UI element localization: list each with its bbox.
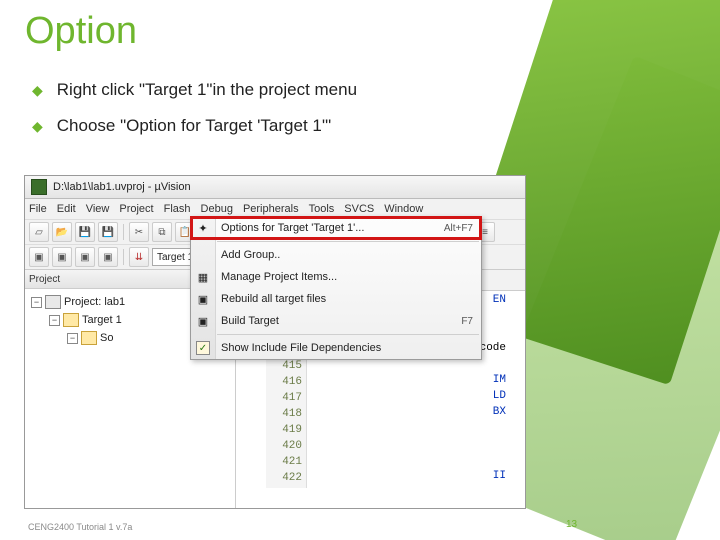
target-icon	[63, 313, 79, 327]
bullet-text: Choose "Option for Target 'Target 1'"	[57, 116, 331, 136]
tree-label: Target 1	[82, 311, 122, 329]
menu-edit[interactable]: Edit	[57, 203, 76, 215]
line-number: 421	[270, 454, 302, 470]
project-panel-title: Project	[29, 274, 60, 285]
wand-icon: ✦	[195, 220, 211, 236]
line-number: 416	[270, 374, 302, 390]
build-icon[interactable]: ▣	[52, 247, 72, 267]
menu-flash[interactable]: Flash	[164, 203, 191, 215]
menu-build-target[interactable]: ▣ Build Target F7	[191, 310, 481, 332]
menu-item-label: Show Include File Dependencies	[221, 342, 473, 354]
bullet-arrow-icon: ◆	[32, 118, 43, 135]
menu-item-shortcut: F7	[461, 316, 473, 327]
bullet-item: ◆ Choose "Option for Target 'Target 1'"	[32, 116, 357, 136]
bullet-list: ◆ Right click "Target 1"in the project m…	[32, 80, 357, 152]
build-icon: ▣	[195, 313, 211, 329]
code-token: II	[316, 468, 506, 484]
menu-rebuild-all[interactable]: ▣ Rebuild all target files	[191, 288, 481, 310]
cut-icon[interactable]: ✂	[129, 222, 149, 242]
menu-tools[interactable]: Tools	[309, 203, 335, 215]
menu-peripherals[interactable]: Peripherals	[243, 203, 299, 215]
menu-debug[interactable]: Debug	[201, 203, 233, 215]
tree-label: Project: lab1	[64, 293, 125, 311]
menu-show-include-deps[interactable]: ✓ Show Include File Dependencies	[191, 337, 481, 359]
tree-collapse-icon[interactable]: −	[31, 297, 42, 308]
new-file-icon[interactable]: ▱	[29, 222, 49, 242]
line-number: 418	[270, 406, 302, 422]
context-menu: ✦ Options for Target 'Target 1'... Alt+F…	[190, 216, 482, 360]
save-icon[interactable]: 💾	[75, 222, 95, 242]
menu-item-label: Options for Target 'Target 1'...	[221, 222, 444, 234]
window-title-text: D:\lab1\lab1.uvproj - µVision	[53, 181, 191, 193]
menu-item-label: Manage Project Items...	[221, 271, 473, 283]
menu-view[interactable]: View	[86, 203, 110, 215]
menu-project[interactable]: Project	[119, 203, 153, 215]
bullet-text: Right click "Target 1"in the project men…	[57, 80, 357, 100]
project-icon	[45, 295, 61, 309]
boxes-icon: ▣	[195, 291, 211, 307]
app-icon	[31, 179, 47, 195]
build-icon[interactable]: ▣	[75, 247, 95, 267]
page-number: 13	[566, 519, 577, 530]
bullet-item: ◆ Right click "Target 1"in the project m…	[32, 80, 357, 100]
slide: Option ◆ Right click "Target 1"in the pr…	[0, 0, 720, 540]
menu-manage-project-items[interactable]: ▦ Manage Project Items...	[191, 266, 481, 288]
folder-icon	[81, 331, 97, 345]
footer-text: CENG2400 Tutorial 1 v.7a	[28, 522, 132, 532]
window-titlebar: D:\lab1\lab1.uvproj - µVision	[25, 176, 525, 199]
menu-options-for-target[interactable]: ✦ Options for Target 'Target 1'... Alt+F…	[191, 217, 481, 239]
menu-separator	[217, 334, 479, 335]
separator	[123, 249, 124, 265]
separator	[123, 224, 124, 240]
build-icon[interactable]: ▣	[98, 247, 118, 267]
line-number: 420	[270, 438, 302, 454]
line-number: 422	[270, 470, 302, 486]
line-number: 415	[270, 358, 302, 374]
line-number: 417	[270, 390, 302, 406]
slide-title: Option	[25, 10, 137, 53]
code-token: BX	[316, 404, 506, 420]
menu-file[interactable]: File	[29, 203, 47, 215]
menu-add-group[interactable]: Add Group..	[191, 244, 481, 266]
menu-separator	[217, 241, 479, 242]
line-number: 419	[270, 422, 302, 438]
menu-item-label: Add Group..	[221, 249, 473, 261]
tree-collapse-icon[interactable]: −	[49, 315, 60, 326]
tree-label: So	[100, 329, 113, 347]
code-token: IM	[316, 372, 506, 388]
bullet-arrow-icon: ◆	[32, 82, 43, 99]
menu-item-label: Rebuild all target files	[221, 293, 473, 305]
copy-icon[interactable]: ⧉	[152, 222, 172, 242]
download-icon[interactable]: ⇊	[129, 247, 149, 267]
tree-collapse-icon[interactable]: −	[67, 333, 78, 344]
menu-item-label: Build Target	[221, 315, 461, 327]
build-icon[interactable]: ▣	[29, 247, 49, 267]
menu-svcs[interactable]: SVCS	[344, 203, 374, 215]
stack-icon: ▦	[195, 269, 211, 285]
save-all-icon[interactable]: 💾	[98, 222, 118, 242]
open-icon[interactable]: 📂	[52, 222, 72, 242]
code-token: LD	[316, 388, 506, 404]
check-icon: ✓	[195, 340, 211, 356]
menu-item-shortcut: Alt+F7	[444, 223, 473, 234]
menu-window[interactable]: Window	[384, 203, 423, 215]
